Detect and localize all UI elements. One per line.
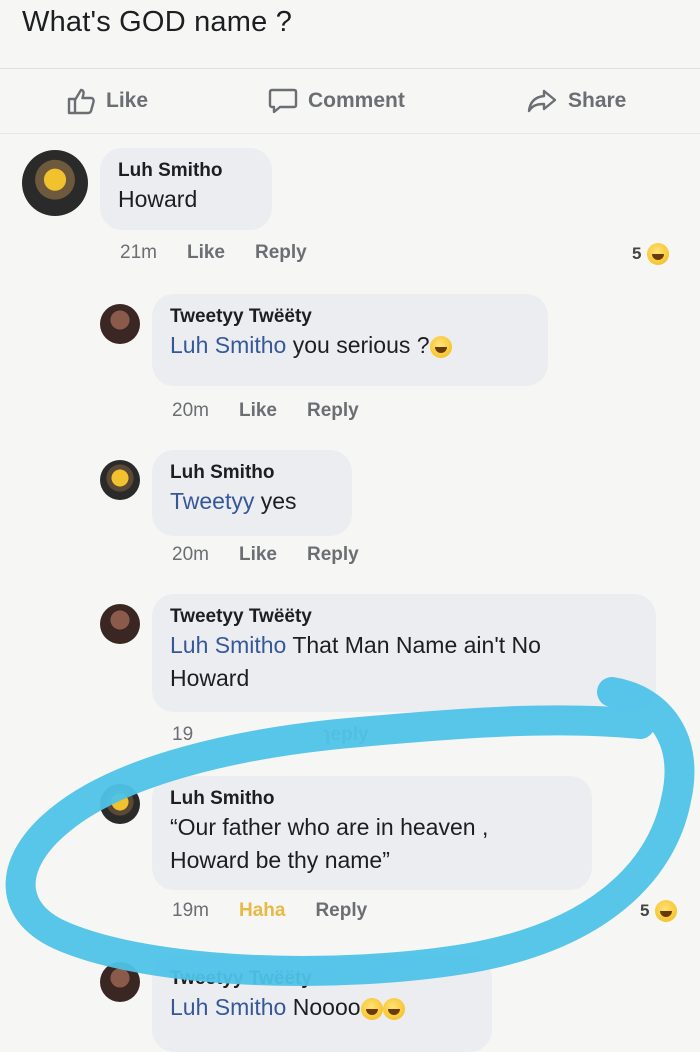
comment-reply-button[interactable]: ɿeply (323, 724, 368, 746)
haha-emoji-icon (647, 243, 670, 265)
comment-time[interactable]: 21m (120, 242, 157, 264)
laughing-emoji-icon (429, 335, 452, 358)
comment-button-label: Comment (308, 89, 405, 112)
comment-text: Luh Smitho Noooo (170, 991, 474, 1024)
comment-meta: 20m Like Reply (172, 544, 389, 566)
comment-bubble: Tweetyy Twëëty Luh Smitho That Man Name … (152, 594, 656, 712)
reaction-count[interactable]: 5 (632, 243, 670, 265)
comment-meta: 20m Like Reply (172, 400, 389, 422)
comment-text-line-2: Howard be thy name” (170, 847, 390, 873)
comment-haha-button[interactable]: Haha (239, 900, 285, 922)
post-action-bar: Like Comment Share (0, 68, 700, 134)
avatar[interactable] (100, 460, 140, 500)
share-arrow-icon (527, 89, 557, 113)
comment-like-button[interactable]: Like (239, 400, 277, 422)
comment-bubble: Luh Smitho Howard (100, 148, 272, 230)
avatar[interactable] (100, 604, 140, 644)
laughing-emoji-icon (360, 997, 383, 1020)
comment-text: Luh Smitho That Man Name ain't No (170, 629, 638, 662)
comment-time[interactable]: 20m (172, 400, 209, 422)
comment-text-body: yes (254, 488, 297, 514)
reaction-count-value: 5 (640, 901, 650, 920)
speech-bubble-icon (268, 88, 298, 114)
avatar[interactable] (100, 962, 140, 1002)
laughing-emoji-icon (382, 997, 405, 1020)
thumbs-up-icon (67, 88, 95, 115)
mention-link[interactable]: Luh Smitho (170, 332, 286, 358)
reaction-count-value: 5 (632, 244, 642, 263)
mention-link[interactable]: Tweetyy (170, 488, 254, 514)
comment-text-body: Noooo (286, 994, 361, 1020)
comment-reply-button[interactable]: Reply (315, 900, 367, 922)
avatar[interactable] (100, 304, 140, 344)
comment-meta: 19 ɿeply (172, 724, 399, 746)
comment-author[interactable]: Tweetyy Twëëty (170, 604, 638, 629)
comment-text-body: That Man Name ain't No (286, 632, 541, 658)
comment-author[interactable]: Tweetyy Twëëty (170, 966, 474, 991)
comment-meta: 19m Haha Reply (172, 900, 397, 922)
comment-button[interactable]: Comment (268, 87, 405, 115)
share-button[interactable]: Share (526, 87, 626, 115)
comment-text: “Our father who are in heaven , (170, 814, 489, 840)
like-button-label: Like (106, 89, 149, 112)
comment-text-line-2: Howard (170, 665, 250, 691)
comment-bubble: Tweetyy Twëëty Luh Smitho Noooo (152, 956, 492, 1052)
comment-reply-button[interactable]: Reply (307, 544, 359, 566)
reaction-count[interactable]: 5 (640, 900, 678, 922)
comment-bubble: Luh Smitho “Our father who are in heaven… (152, 776, 592, 890)
comment-like-button[interactable]: Like (187, 242, 225, 264)
comment-time[interactable]: 20m (172, 544, 209, 566)
comment-author[interactable]: Tweetyy Twëëty (170, 304, 530, 329)
share-button-label: Share (568, 89, 627, 112)
avatar[interactable] (22, 150, 88, 216)
comment-text-body: you serious ? (286, 332, 430, 358)
comment-time[interactable]: 19m (172, 900, 209, 922)
comment-time[interactable]: 19 (172, 724, 193, 746)
comment-reply-button[interactable]: Reply (307, 400, 359, 422)
like-button[interactable]: Like (66, 87, 148, 115)
comment-author[interactable]: Luh Smitho (170, 786, 574, 811)
mention-link[interactable]: Luh Smitho (170, 632, 286, 658)
comment-author[interactable]: Luh Smitho (170, 460, 334, 485)
comment-bubble: Luh Smitho Tweetyy yes (152, 450, 352, 536)
comment-reply-button[interactable]: Reply (255, 242, 307, 264)
post-title: What's GOD name ? (22, 6, 293, 38)
comment-text: Tweetyy yes (170, 485, 334, 518)
comment-meta: 21m Like Reply (120, 242, 337, 264)
comment-author[interactable]: Luh Smitho (118, 158, 254, 183)
comment-bubble: Tweetyy Twëëty Luh Smitho you serious ? (152, 294, 548, 386)
comment-like-button[interactable]: Like (239, 544, 277, 566)
haha-emoji-icon (655, 900, 678, 922)
avatar[interactable] (100, 784, 140, 824)
comment-text: Luh Smitho you serious ? (170, 329, 530, 362)
mention-link[interactable]: Luh Smitho (170, 994, 286, 1020)
comment-text: Howard (118, 186, 198, 212)
